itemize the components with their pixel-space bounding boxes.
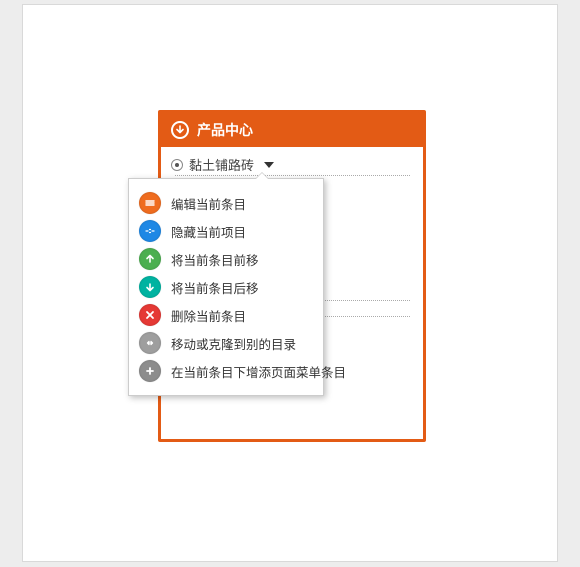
divider	[321, 316, 410, 317]
panel-title: 产品中心	[197, 120, 253, 140]
menu-item-label: 隐藏当前项目	[171, 222, 246, 241]
arrow-down-icon	[139, 276, 161, 298]
panel-header: 产品中心	[161, 113, 423, 147]
menu-item-move-up[interactable]: 将当前条目前移	[135, 245, 317, 273]
menu-item-edit[interactable]: 编辑当前条目	[135, 189, 317, 217]
radio-icon	[171, 159, 183, 171]
arrow-down-circle-icon	[175, 125, 185, 135]
current-item-row[interactable]: 黏土铺路砖	[171, 155, 413, 174]
menu-item-label: 将当前条目前移	[171, 250, 259, 269]
menu-item-move-clone[interactable]: 移动或克隆到别的目录	[135, 329, 317, 357]
menu-item-label: 在当前条目下增添页面菜单条目	[171, 362, 346, 381]
divider	[175, 175, 410, 176]
current-item-label: 黏土铺路砖	[189, 155, 254, 174]
arrow-up-icon	[139, 248, 161, 270]
panel-header-icon	[171, 121, 189, 139]
move-icon	[139, 332, 161, 354]
edit-icon	[139, 192, 161, 214]
context-menu: 编辑当前条目 隐藏当前项目 将当前条目前移 将当前条目后移 删除当前条目	[128, 178, 324, 396]
menu-item-label: 编辑当前条目	[171, 194, 246, 213]
hide-icon	[139, 220, 161, 242]
panel-body: 黏土铺路砖	[161, 147, 423, 174]
menu-item-label: 将当前条目后移	[171, 278, 259, 297]
divider	[321, 300, 410, 301]
menu-item-label: 移动或克隆到别的目录	[171, 334, 296, 353]
canvas: 产品中心 黏土铺路砖 编辑当前条目 隐藏当前项目	[0, 0, 580, 567]
menu-item-delete[interactable]: 删除当前条目	[135, 301, 317, 329]
menu-item-add-submenu[interactable]: 在当前条目下增添页面菜单条目	[135, 357, 317, 385]
menu-item-move-down[interactable]: 将当前条目后移	[135, 273, 317, 301]
close-icon	[139, 304, 161, 326]
chevron-down-icon[interactable]	[264, 162, 274, 168]
plus-icon	[139, 360, 161, 382]
menu-item-label: 删除当前条目	[171, 306, 246, 325]
menu-item-hide[interactable]: 隐藏当前项目	[135, 217, 317, 245]
